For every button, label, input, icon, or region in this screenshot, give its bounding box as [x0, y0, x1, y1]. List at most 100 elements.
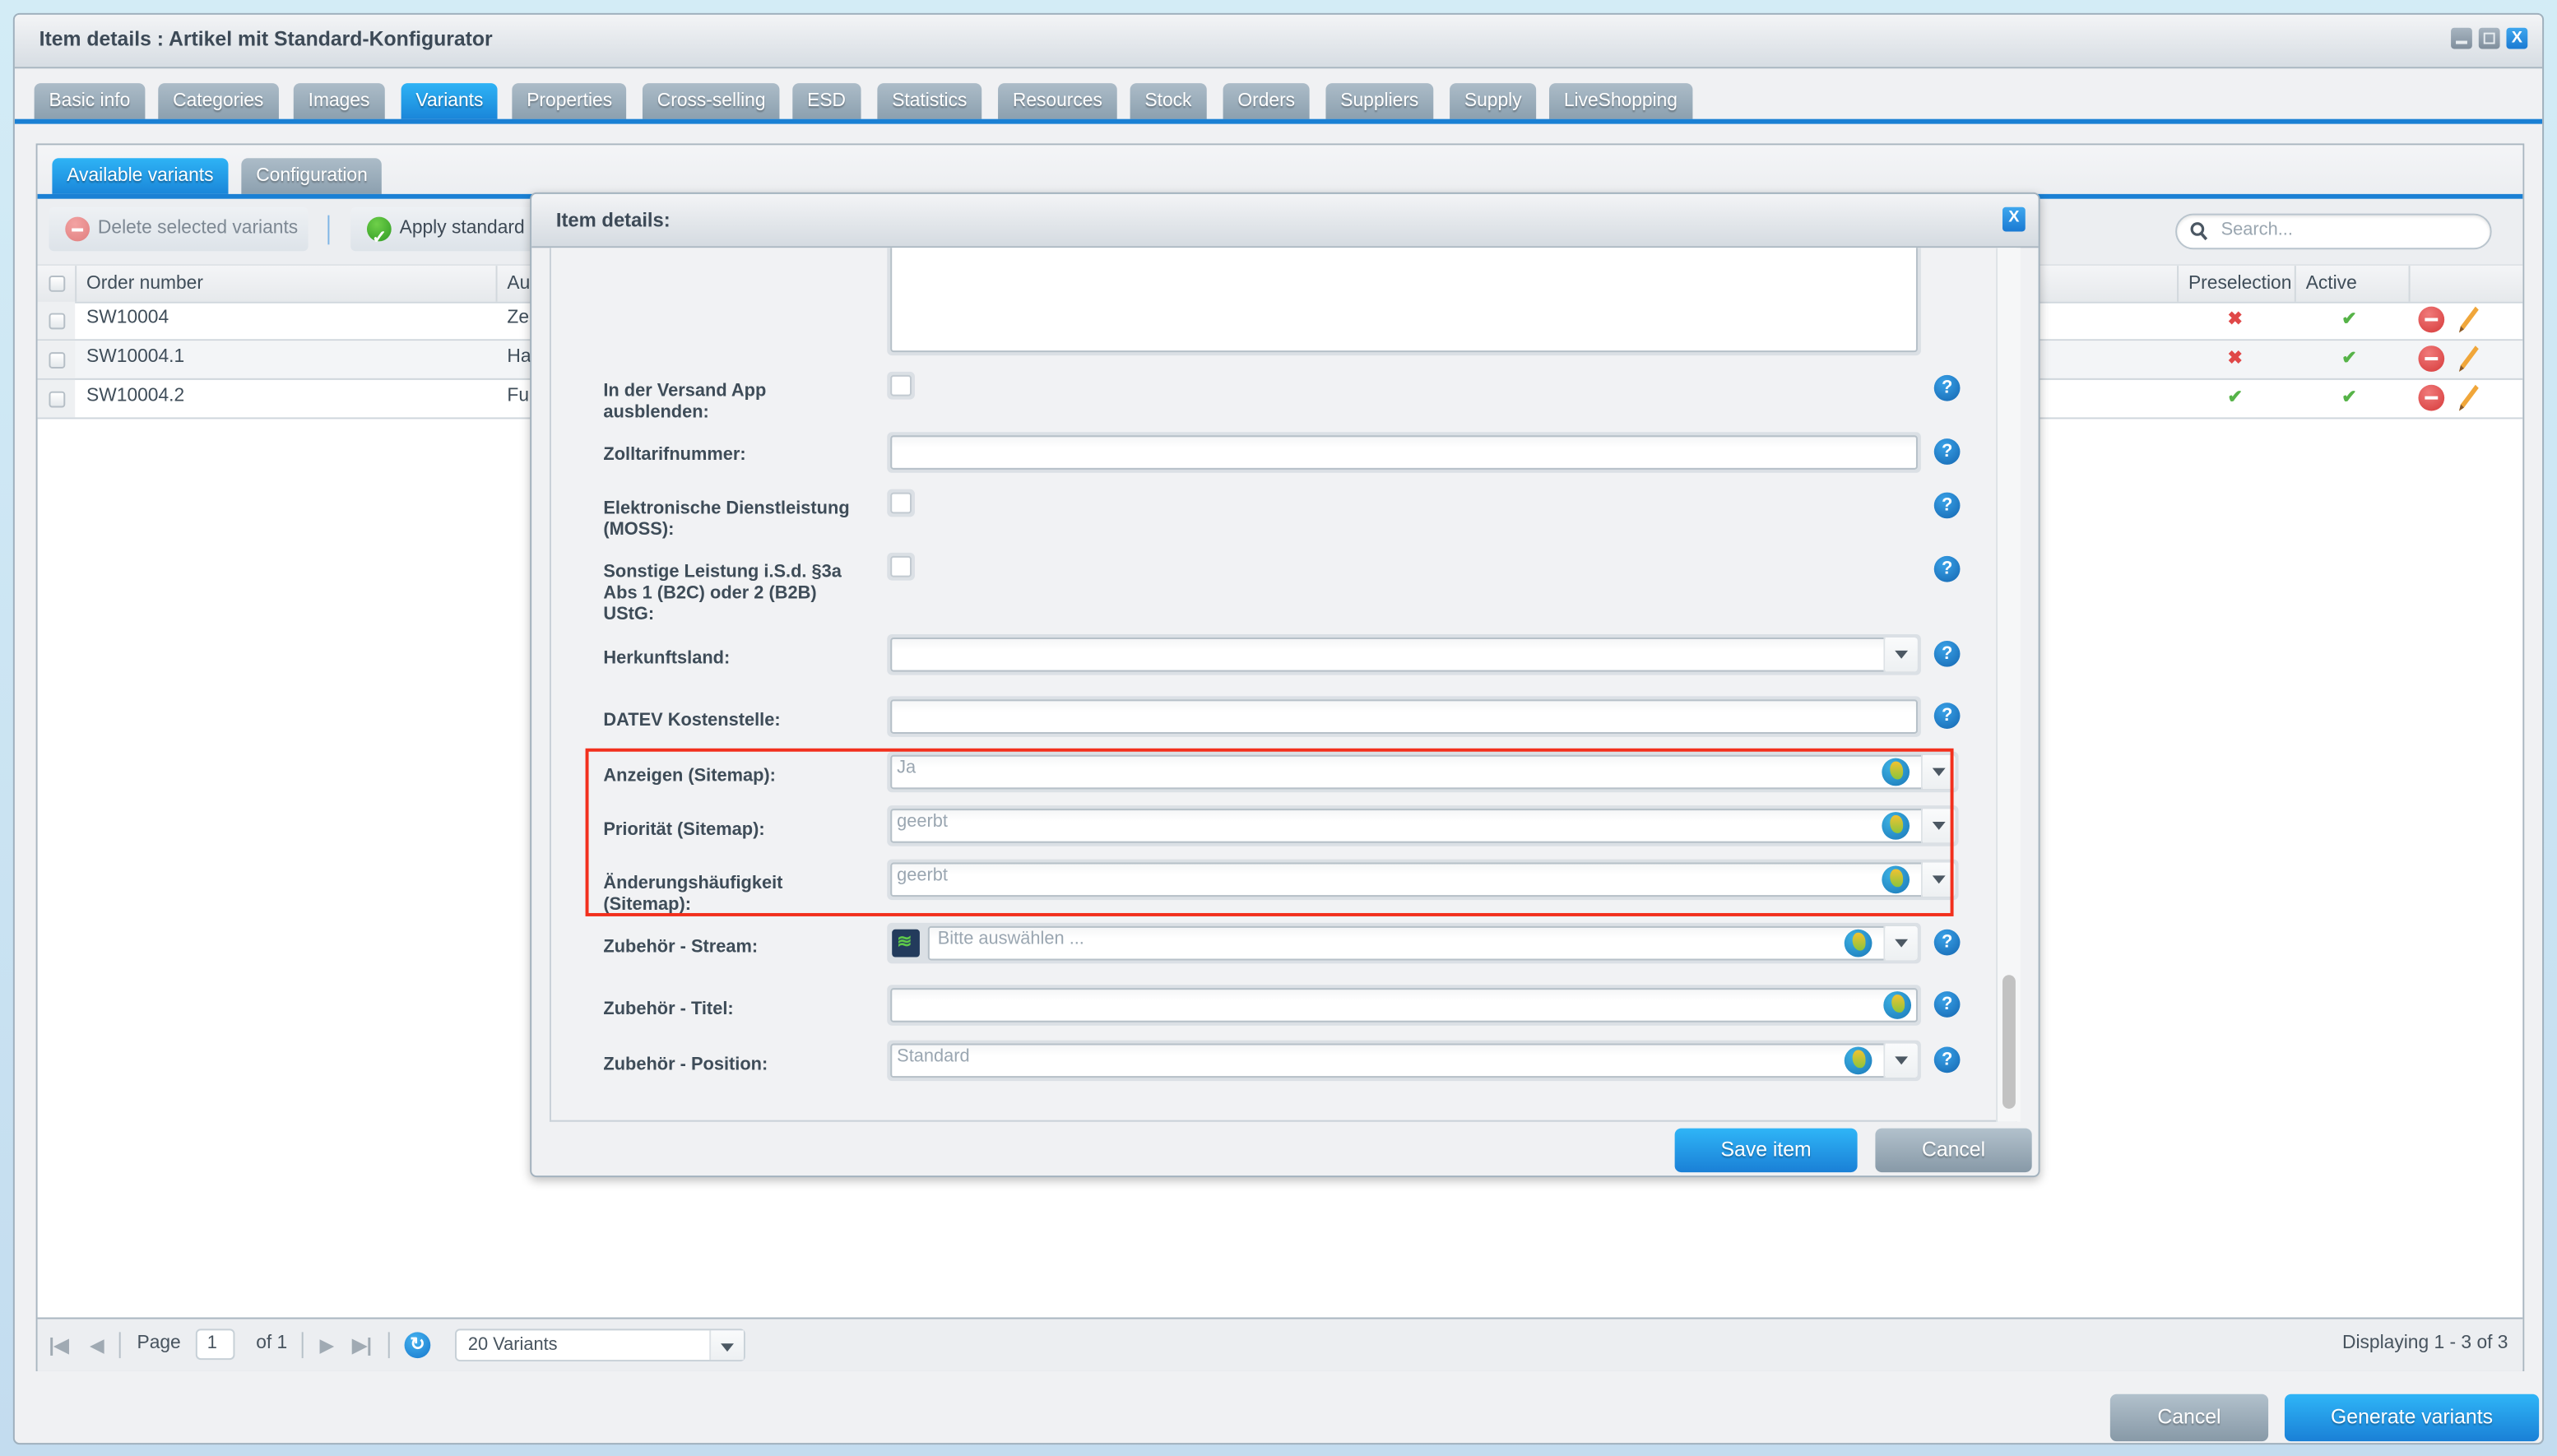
save-item-button[interactable]: Save item: [1674, 1128, 1858, 1173]
cancel-button[interactable]: Cancel: [2109, 1393, 2269, 1442]
help-icon[interactable]: ?: [1933, 640, 1961, 667]
tab-variants[interactable]: Variants: [401, 83, 499, 119]
delete-row-icon[interactable]: [2418, 345, 2445, 372]
help-icon[interactable]: ?: [1933, 991, 1961, 1018]
help-icon[interactable]: ?: [1933, 555, 1961, 582]
zubehoer-titel-label: Zubehör - Titel:: [603, 999, 734, 1019]
delete-selected-variants-button[interactable]: Delete selected variants: [49, 206, 309, 252]
search-icon: [2190, 222, 2208, 241]
zubehoer-position-label: Zubehör - Position:: [603, 1055, 768, 1075]
tab-statistics[interactable]: Statistics: [877, 83, 982, 119]
stream-icon: ≋: [892, 929, 920, 958]
herkunftsland-trigger[interactable]: [1883, 638, 1918, 672]
help-icon[interactable]: ?: [1933, 702, 1961, 729]
zubehoer-position-select[interactable]: Standard: [887, 1040, 1921, 1082]
row-checker-cell: [37, 341, 76, 378]
row-checkbox[interactable]: [49, 391, 66, 408]
edit-pencil-icon[interactable]: [2457, 383, 2480, 418]
zolltarif-input[interactable]: [887, 432, 1921, 473]
maximize-icon: [2483, 32, 2495, 44]
tab-esd[interactable]: ESD: [792, 83, 861, 119]
tab-resources[interactable]: Resources: [998, 83, 1117, 119]
first-page-icon[interactable]: |◀: [49, 1333, 68, 1356]
versand-app-checkbox[interactable]: [887, 371, 915, 400]
refresh-icon[interactable]: ↻: [404, 1332, 431, 1359]
tab-properties[interactable]: Properties: [512, 83, 627, 119]
translation-globe-icon[interactable]: [1844, 1046, 1873, 1075]
generate-variants-button[interactable]: Generate variants: [2284, 1393, 2540, 1442]
tab-liveshopping[interactable]: LiveShopping: [1548, 83, 1692, 119]
page-label: Page: [137, 1333, 181, 1354]
maximize-button[interactable]: [2478, 27, 2500, 49]
last-page-icon[interactable]: ▶|: [352, 1333, 372, 1356]
delete-row-icon[interactable]: [2418, 306, 2445, 333]
dialog-cancel-button[interactable]: Cancel: [1875, 1128, 2032, 1173]
translation-globe-icon[interactable]: [1883, 991, 1912, 1019]
help-icon[interactable]: ?: [1933, 438, 1961, 465]
dialog-close-button[interactable]: X: [2002, 206, 2026, 232]
zubehoer-stream-select[interactable]: ≋ Bitte auswählen ...: [887, 922, 1921, 964]
tab-strip: [14, 118, 2543, 124]
moss-checkbox[interactable]: [887, 489, 915, 517]
tab-stock[interactable]: Stock: [1130, 83, 1207, 119]
tab-cross-selling[interactable]: Cross-selling: [642, 83, 781, 119]
datev-input[interactable]: [887, 696, 1921, 737]
tab-orders[interactable]: Orders: [1223, 83, 1310, 119]
page-size-select[interactable]: 20 Variants: [455, 1328, 745, 1362]
help-icon[interactable]: ?: [1933, 1046, 1961, 1073]
tab-suppliers[interactable]: Suppliers: [1325, 83, 1434, 119]
zubehoer-stream-trigger[interactable]: [1883, 925, 1918, 961]
select-all-checkbox[interactable]: [49, 275, 66, 292]
zubehoer-stream-label: Zubehör - Stream:: [603, 937, 759, 958]
page-number-input[interactable]: 1: [195, 1328, 235, 1361]
tab-supply[interactable]: Supply: [1450, 83, 1537, 119]
subtab-bar: Available variants Configuration: [37, 145, 2523, 194]
help-icon[interactable]: ?: [1933, 492, 1961, 519]
zubehoer-position-trigger[interactable]: [1883, 1043, 1918, 1078]
window-close-button[interactable]: X: [2506, 27, 2528, 49]
sonstige-leistung-checkbox[interactable]: [887, 552, 915, 581]
dialog-title: Item details:: [555, 208, 671, 232]
help-icon[interactable]: ?: [1933, 929, 1961, 956]
order-number-cell: SW10004.1: [86, 347, 185, 367]
apply-standard-button[interactable]: ✓ Apply standard d: [350, 206, 547, 252]
active-check-icon: ✔: [2341, 309, 2357, 330]
zubehoer-titel-input[interactable]: [887, 985, 1921, 1026]
row-checkbox[interactable]: [49, 352, 66, 369]
paging-separator: [301, 1332, 304, 1359]
row-checkbox[interactable]: [49, 313, 66, 330]
minimize-icon: [2456, 40, 2467, 44]
next-page-icon[interactable]: ▶: [319, 1333, 334, 1356]
delete-row-icon[interactable]: [2418, 384, 2445, 411]
prev-page-icon[interactable]: ◀: [90, 1333, 104, 1356]
subtab-available-variants[interactable]: Available variants: [52, 158, 229, 194]
edit-pencil-icon[interactable]: [2457, 344, 2480, 378]
page-size-trigger[interactable]: [709, 1330, 744, 1361]
herkunftsland-select[interactable]: [887, 634, 1921, 675]
scrollbar-thumb[interactable]: [2002, 975, 2016, 1109]
edit-pencil-icon[interactable]: [2457, 305, 2480, 340]
subtab-configuration[interactable]: Configuration: [241, 158, 383, 194]
chevron-down-icon: [1895, 1056, 1909, 1065]
paging-toolbar: |◀ ◀ Page 1 of 1 ▶ ▶| ↻ 20 Variants Disp…: [37, 1317, 2523, 1371]
screen: Item details : Artikel mit Standard-Konf…: [0, 0, 2557, 1456]
search-input[interactable]: Search...: [2175, 213, 2492, 250]
description-textarea[interactable]: [887, 248, 1921, 356]
tab-images[interactable]: Images: [293, 83, 385, 119]
window-title-bar[interactable]: Item details : Artikel mit Standard-Konf…: [14, 14, 2543, 69]
help-icon[interactable]: ?: [1933, 374, 1961, 401]
translation-globe-icon[interactable]: [1844, 929, 1873, 958]
tab-categories[interactable]: Categories: [158, 83, 279, 119]
dialog-scrollbar[interactable]: [1996, 248, 2021, 1122]
window-title: Item details : Artikel mit Standard-Konf…: [39, 27, 493, 51]
paging-separator: [118, 1332, 121, 1359]
column-header-preselection[interactable]: Preselection: [2177, 266, 2295, 302]
column-header-order-number[interactable]: Order number: [75, 266, 495, 302]
column-header-active[interactable]: Active: [2294, 266, 2409, 302]
tab-basic-info[interactable]: Basic info: [34, 83, 146, 119]
order-number-cell: SW10004.2: [86, 386, 185, 406]
dialog-title-bar[interactable]: Item details: X: [531, 193, 2039, 248]
minimize-button[interactable]: [2451, 27, 2472, 49]
dialog-form: In der Versand App ausblenden: ? Zolltar…: [549, 248, 2017, 1122]
active-check-icon: ✔: [2341, 387, 2357, 408]
